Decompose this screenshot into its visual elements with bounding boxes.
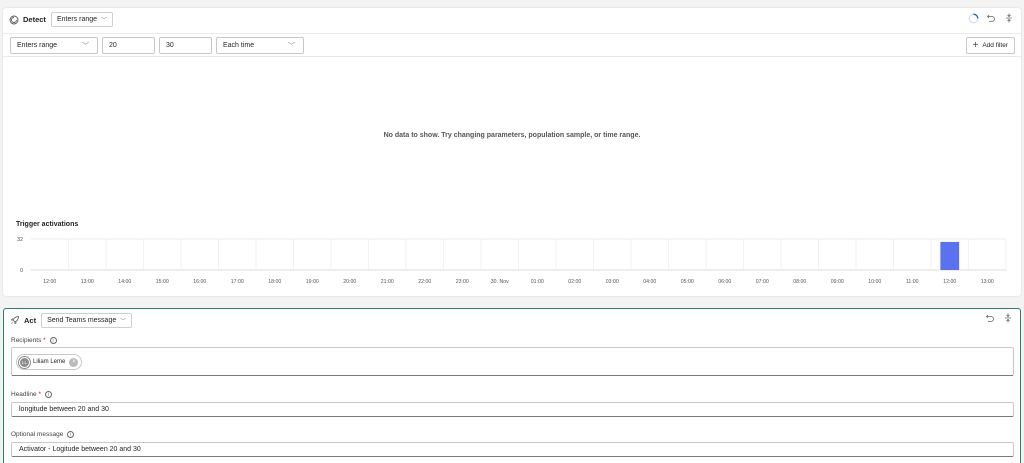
- x-tick-label: 02:00: [568, 279, 581, 285]
- x-tick-label: 13:00: [81, 279, 94, 285]
- x-tick-label: 12:00: [43, 279, 56, 285]
- chevron-down-icon: ﹀: [120, 318, 127, 325]
- info-icon: i: [67, 431, 75, 438]
- info-icon: i: [44, 391, 52, 398]
- rocket-icon: [10, 315, 20, 325]
- x-tick-label: 14:00: [118, 279, 131, 285]
- info-icon: i: [49, 337, 57, 344]
- headline-label: Headline * i: [11, 391, 52, 398]
- x-tick-label: 04:00: [643, 279, 656, 285]
- x-tick-label: 17:00: [231, 279, 244, 285]
- x-tick-label: 05:00: [681, 279, 694, 285]
- headline-value: longitude between 20 and 30: [19, 406, 109, 413]
- optional-message-label: Optional message i: [11, 431, 75, 438]
- action-dropdown[interactable]: Send Teams message ﹀: [41, 312, 133, 328]
- x-tick-label: 10:00: [868, 279, 881, 285]
- undo-icon[interactable]: [984, 312, 996, 324]
- y-tick-label: 32: [17, 237, 23, 243]
- x-tick-label: 20:00: [343, 279, 356, 285]
- remove-icon[interactable]: ×: [69, 357, 79, 367]
- optional-message-input[interactable]: Activator - Logitude between 20 and 30: [11, 442, 1014, 457]
- collapse-icon[interactable]: [1002, 312, 1014, 324]
- headline-input[interactable]: longitude between 20 and 30: [11, 402, 1014, 417]
- optional-label-text: Optional message: [11, 431, 64, 438]
- detect-card: Detect Enters range ﹀ Enters range ﹀ 20 …: [3, 8, 1021, 296]
- x-tick-label: 19:00: [306, 279, 319, 285]
- x-tick-label: 15:00: [156, 279, 169, 285]
- act-card: Act Send Teams message ﹀ Recipients * i …: [3, 308, 1021, 463]
- chart-svg: 32 0 12:00 13:00 14:00 15:00 16:00 17:00 18:00 19…: [17, 237, 1007, 285]
- recipient-chip[interactable]: LL Liliam Leme ×: [16, 354, 83, 370]
- avatar: LL: [19, 356, 30, 368]
- act-header: Act Send Teams message ﹀: [4, 309, 1020, 331]
- act-title: Act: [24, 315, 37, 325]
- recipients-label: Recipients * i: [11, 337, 57, 344]
- required-marker: *: [43, 337, 46, 344]
- x-tick-label: 12:00: [943, 279, 956, 285]
- x-tick-label: 16:00: [193, 279, 206, 285]
- headline-label-text: Headline: [11, 391, 37, 398]
- chart-bar: [940, 241, 960, 270]
- x-tick-label: 13:00: [981, 279, 994, 285]
- x-tick-label: 01:00: [531, 279, 544, 285]
- x-tick-label: 03:00: [606, 279, 619, 285]
- action-label: Send Teams message: [47, 316, 117, 324]
- y-tick-label: 0: [20, 268, 23, 274]
- optional-message-value: Activator - Logitude between 20 and 30: [19, 446, 141, 453]
- x-tick-label: 06:00: [718, 279, 731, 285]
- recipients-field[interactable]: LL Liliam Leme ×: [11, 347, 1014, 376]
- x-tick-label: 22:00: [418, 279, 431, 285]
- x-tick-label: 23:00: [456, 279, 469, 285]
- x-tick-label: 11:00: [906, 279, 919, 285]
- x-tick-label: 08:00: [793, 279, 806, 285]
- trigger-activations-chart: 32 0 12:00 13:00 14:00 15:00 16:00 17:00 18:00 19…: [3, 8, 1021, 296]
- x-tick-label: 21:00: [381, 279, 394, 285]
- recipients-label-text: Recipients: [11, 337, 42, 344]
- x-tick-label: 09:00: [831, 279, 844, 285]
- x-tick-label: 07:00: [756, 279, 769, 285]
- x-tick-label: 30. Nov: [491, 279, 509, 285]
- x-tick-label: 18:00: [268, 279, 281, 285]
- required-marker: *: [38, 391, 42, 398]
- recipient-name: Liliam Leme: [33, 359, 66, 365]
